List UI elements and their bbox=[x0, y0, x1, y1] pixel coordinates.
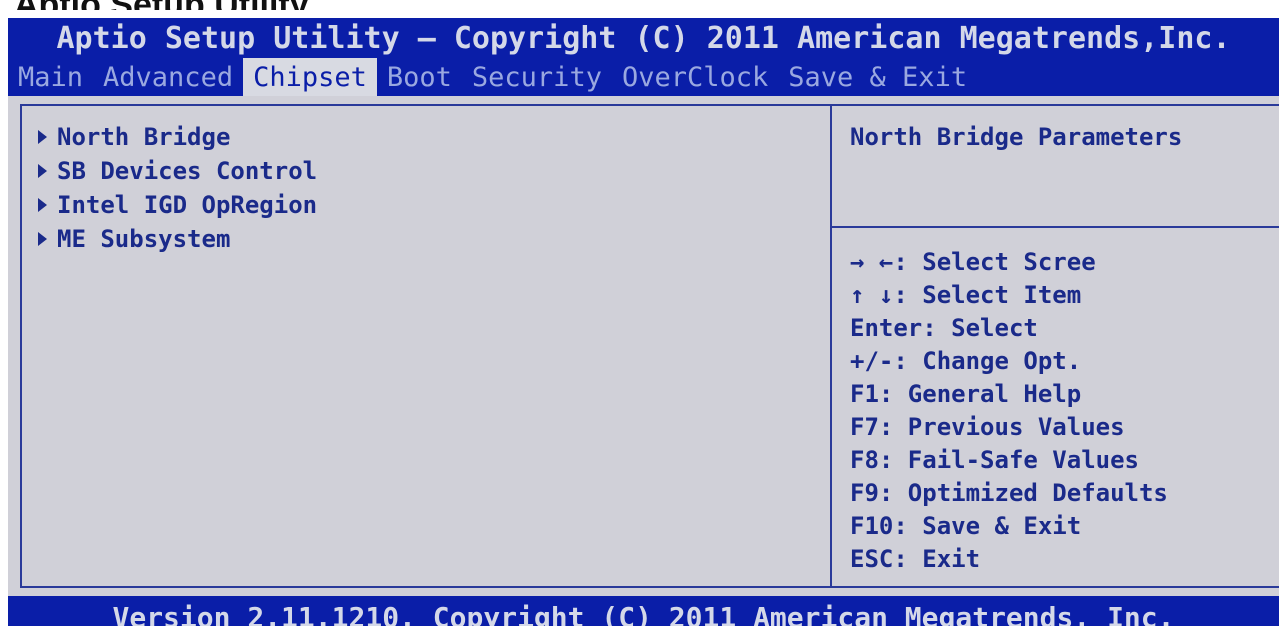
key-help-line: +/-: Change Opt. bbox=[850, 347, 1082, 375]
footer-version: Version 2.11.1210. Copyright (C) 2011 Am… bbox=[8, 596, 1279, 626]
key-help-list: → ←: Select Scree ↑ ↓: Select Item Enter… bbox=[850, 246, 1168, 576]
menu-item-me-subsystem[interactable]: ME Subsystem bbox=[38, 222, 317, 256]
menu-bar: Main Advanced Chipset Boot Security Over… bbox=[8, 58, 1279, 96]
key-help-line: ↑ ↓: Select Item bbox=[850, 281, 1082, 309]
key-help-line: F1: General Help bbox=[850, 380, 1082, 408]
tab-overclock[interactable]: OverClock bbox=[612, 58, 778, 96]
menu-item-label: North Bridge bbox=[57, 123, 231, 151]
key-help-line: F7: Previous Values bbox=[850, 413, 1125, 441]
tab-security[interactable]: Security bbox=[462, 58, 612, 96]
title-bar: Aptio Setup Utility – Copyright (C) 2011… bbox=[8, 18, 1279, 58]
tab-main[interactable]: Main bbox=[8, 58, 93, 96]
menu-item-north-bridge[interactable]: North Bridge bbox=[38, 120, 317, 154]
menu-item-label: Intel IGD OpRegion bbox=[57, 191, 318, 219]
menu-item-intel-igd-opregion[interactable]: Intel IGD OpRegion bbox=[38, 188, 317, 222]
menu-list: North Bridge SB Devices Control Intel IG… bbox=[38, 120, 317, 256]
key-help-line: F9: Optimized Defaults bbox=[850, 479, 1168, 507]
content-area: North Bridge SB Devices Control Intel IG… bbox=[8, 96, 1279, 596]
submenu-arrow-icon bbox=[38, 232, 47, 246]
submenu-arrow-icon bbox=[38, 198, 47, 212]
page-heading: Aptio Setup Utility bbox=[14, 0, 309, 10]
vertical-divider bbox=[830, 104, 832, 588]
menu-item-label: SB Devices Control bbox=[57, 157, 318, 185]
tab-chipset[interactable]: Chipset bbox=[243, 58, 377, 96]
help-description: North Bridge Parameters bbox=[850, 123, 1183, 151]
help-divider bbox=[832, 226, 1279, 228]
key-help-line: F8: Fail-Safe Values bbox=[850, 446, 1139, 474]
key-help-line: → ←: Select Scree bbox=[850, 248, 1096, 276]
key-help-line: Enter: Select bbox=[850, 314, 1038, 342]
menu-item-sb-devices-control[interactable]: SB Devices Control bbox=[38, 154, 317, 188]
submenu-arrow-icon bbox=[38, 164, 47, 178]
tab-advanced[interactable]: Advanced bbox=[93, 58, 243, 96]
tab-save-exit[interactable]: Save & Exit bbox=[778, 58, 977, 96]
key-help-line: ESC: Exit bbox=[850, 545, 981, 573]
tab-boot[interactable]: Boot bbox=[377, 58, 462, 96]
key-help-line: F10: Save & Exit bbox=[850, 512, 1082, 540]
submenu-arrow-icon bbox=[38, 130, 47, 144]
menu-item-label: ME Subsystem bbox=[57, 225, 231, 253]
